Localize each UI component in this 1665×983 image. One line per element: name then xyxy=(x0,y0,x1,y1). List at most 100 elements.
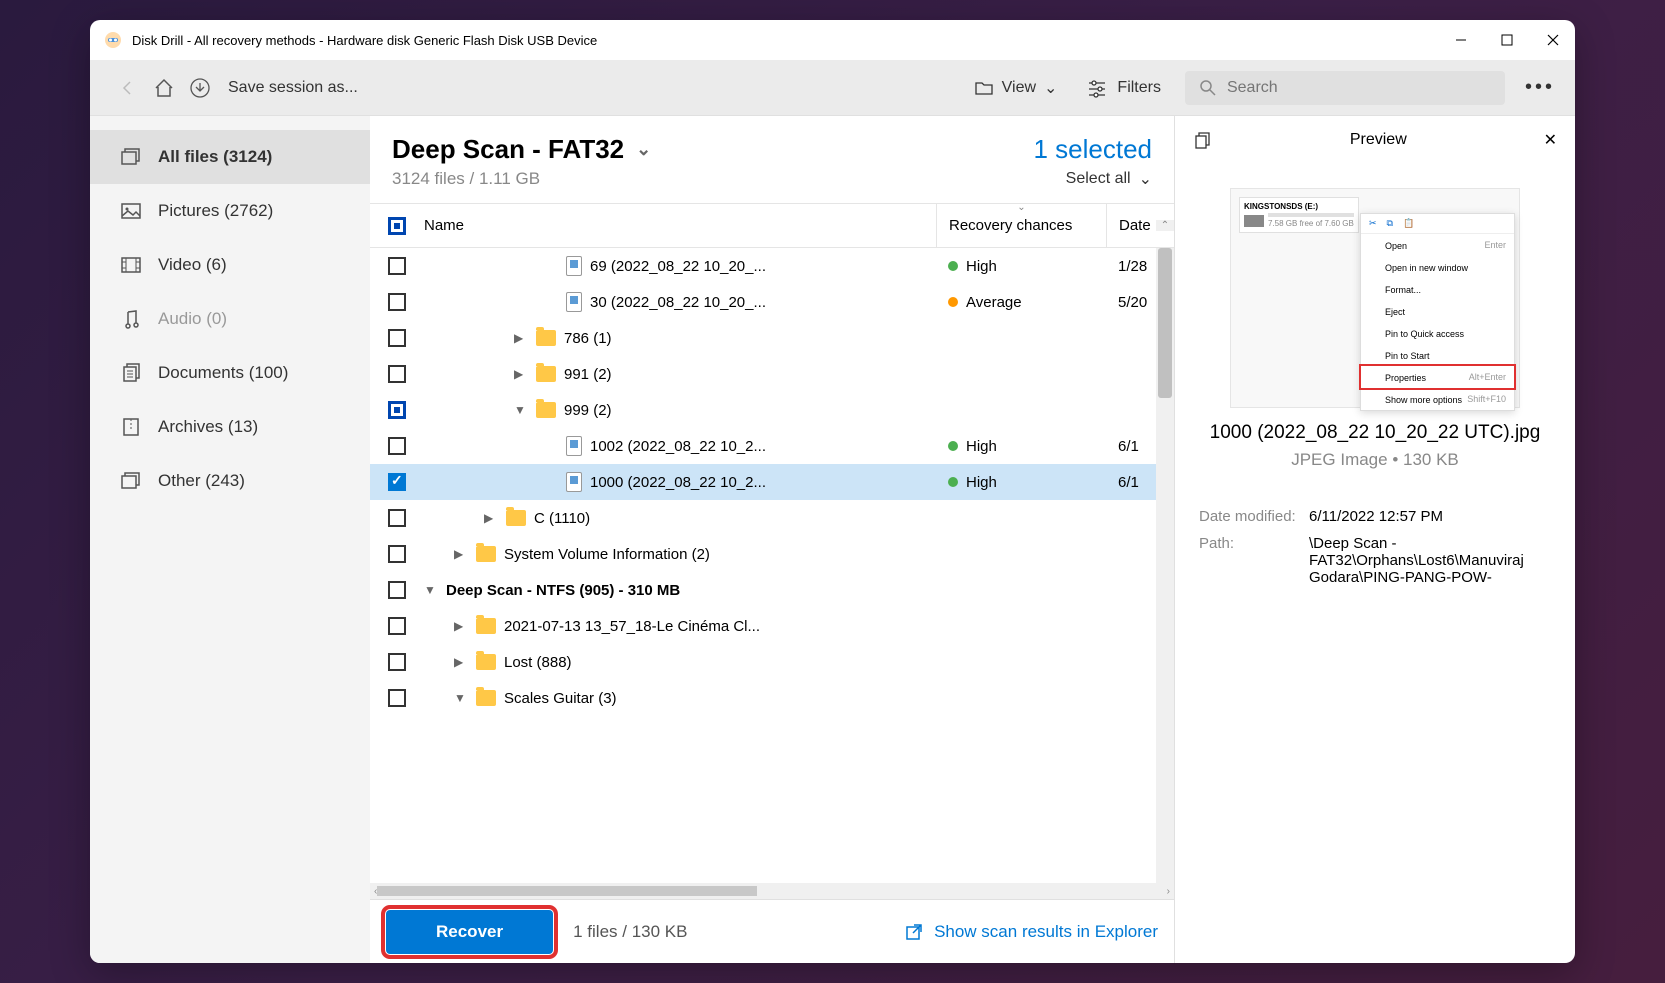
sidebar-item-archives[interactable]: Archives (13) xyxy=(90,400,370,454)
file-row[interactable]: 1002 (2022_08_22 10_2... High 6/1 xyxy=(370,428,1174,464)
column-recovery[interactable]: ⌄Recovery chances xyxy=(936,204,1106,247)
save-session-button[interactable]: Save session as... xyxy=(228,79,358,97)
sidebar-item-documents[interactable]: Documents (100) xyxy=(90,346,370,400)
expand-arrow-icon[interactable]: ▶ xyxy=(514,367,528,381)
horizontal-scrollbar[interactable]: ‹› xyxy=(370,883,1174,899)
file-list[interactable]: 69 (2022_08_22 10_20_... High 1/28 30 (2… xyxy=(370,248,1174,883)
content-header: Deep Scan - FAT32⌄ 3124 files / 1.11 GB … xyxy=(370,116,1174,204)
window-title: Disk Drill - All recovery methods - Hard… xyxy=(132,33,1453,48)
save-icon[interactable] xyxy=(182,70,218,106)
column-name[interactable]: Name xyxy=(416,217,936,234)
status-dot xyxy=(948,441,958,451)
chevron-down-icon: ⌄ xyxy=(636,139,651,160)
folder-icon xyxy=(974,78,994,98)
file-row[interactable]: 30 (2022_08_22 10_20_... Average 5/20 xyxy=(370,284,1174,320)
file-row[interactable]: ▶ System Volume Information (2) xyxy=(370,536,1174,572)
file-row[interactable]: 1000 (2022_08_22 10_2... High 6/1 xyxy=(370,464,1174,500)
path-value: \Deep Scan - FAT32\Orphans\Lost6\Manuvir… xyxy=(1309,535,1551,586)
file-row[interactable]: ▼999 (2) xyxy=(370,392,1174,428)
scan-title-dropdown[interactable]: Deep Scan - FAT32⌄ xyxy=(392,134,651,165)
preview-close-button[interactable]: ✕ xyxy=(1544,130,1557,150)
filters-icon xyxy=(1087,78,1107,98)
copy-icon[interactable] xyxy=(1193,130,1213,150)
main-content: Deep Scan - FAT32⌄ 3124 files / 1.11 GB … xyxy=(370,116,1175,963)
stack-icon xyxy=(120,146,142,168)
folder-icon xyxy=(536,402,556,418)
row-checkbox[interactable] xyxy=(388,617,406,635)
vertical-scrollbar[interactable] xyxy=(1156,248,1174,883)
search-box[interactable] xyxy=(1185,71,1505,105)
maximize-button[interactable] xyxy=(1499,32,1515,48)
expand-arrow-icon[interactable]: ▼ xyxy=(454,691,468,705)
row-checkbox[interactable] xyxy=(388,437,406,455)
minimize-button[interactable] xyxy=(1453,32,1469,48)
sidebar-item-video[interactable]: Video (6) xyxy=(90,238,370,292)
folder-icon xyxy=(476,690,496,706)
scroll-thumb[interactable] xyxy=(1158,248,1172,398)
row-checkbox[interactable] xyxy=(388,545,406,563)
column-date[interactable]: Date xyxy=(1106,204,1156,247)
file-row[interactable]: ▶C (1110) xyxy=(370,500,1174,536)
row-checkbox[interactable] xyxy=(388,401,406,419)
row-checkbox[interactable] xyxy=(388,257,406,275)
selected-count: 1 selected xyxy=(1033,134,1152,165)
preview-filename: 1000 (2022_08_22 10_20_22 UTC).jpg xyxy=(1210,422,1541,444)
select-all-checkbox[interactable] xyxy=(388,217,406,235)
file-row[interactable]: ▶ 786 (1) xyxy=(370,320,1174,356)
sidebar-item-pictures[interactable]: Pictures (2762) xyxy=(90,184,370,238)
select-all-button[interactable]: Select all⌄ xyxy=(1033,169,1152,189)
row-checkbox[interactable] xyxy=(388,509,406,527)
file-row[interactable]: ▼Scales Guitar (3) xyxy=(370,680,1174,716)
context-menu-item: Eject xyxy=(1361,300,1514,322)
filters-button[interactable]: Filters xyxy=(1087,78,1161,98)
path-label: Path: xyxy=(1199,535,1309,586)
row-checkbox[interactable] xyxy=(388,365,406,383)
row-checkbox[interactable] xyxy=(388,329,406,347)
expand-arrow-icon[interactable]: ▶ xyxy=(454,655,468,669)
drive-tile: KINGSTONSDS (E:) 7.58 GB free of 7.60 GB xyxy=(1239,197,1359,233)
context-menu: ✂⧉📋 OpenEnterOpen in new windowFormat...… xyxy=(1360,213,1515,411)
row-checkbox[interactable] xyxy=(388,473,406,491)
expand-arrow-icon[interactable]: ▶ xyxy=(454,619,468,633)
row-checkbox[interactable] xyxy=(388,293,406,311)
file-row[interactable]: 69 (2022_08_22 10_20_... High 1/28 xyxy=(370,248,1174,284)
home-button[interactable] xyxy=(146,70,182,106)
titlebar: Disk Drill - All recovery methods - Hard… xyxy=(90,20,1575,60)
show-in-explorer-link[interactable]: Show scan results in Explorer xyxy=(904,922,1158,942)
expand-arrow-icon[interactable]: ▼ xyxy=(514,403,528,417)
file-row[interactable]: ▶ Lost (888) xyxy=(370,644,1174,680)
row-name-text: System Volume Information (2) xyxy=(504,546,710,563)
column-headers: Name ⌄Recovery chances Date ⌃ xyxy=(370,204,1174,248)
sidebar-item-audio[interactable]: Audio (0) xyxy=(90,292,370,346)
row-name-text: 786 (1) xyxy=(564,330,612,347)
folder-icon xyxy=(536,330,556,346)
row-name-text: Lost (888) xyxy=(504,654,572,671)
file-row[interactable]: ▶2021-07-13 13_57_18-Le Cinéma Cl... xyxy=(370,608,1174,644)
sort-arrow-icon: ⌄ xyxy=(1017,202,1025,213)
row-checkbox[interactable] xyxy=(388,689,406,707)
file-row[interactable]: ▶991 (2) xyxy=(370,356,1174,392)
search-input[interactable] xyxy=(1227,79,1491,97)
more-button[interactable]: ••• xyxy=(1525,76,1555,99)
context-menu-item: OpenEnter xyxy=(1361,234,1514,256)
back-button[interactable] xyxy=(110,70,146,106)
expand-arrow-icon[interactable]: ▶ xyxy=(454,547,468,561)
audio-icon xyxy=(120,308,142,330)
close-button[interactable] xyxy=(1545,32,1561,48)
row-checkbox[interactable] xyxy=(388,581,406,599)
file-row[interactable]: ▼ Deep Scan - NTFS (905) - 310 MB xyxy=(370,572,1174,608)
recover-button[interactable]: Recover xyxy=(386,910,553,954)
view-selector[interactable]: View ⌄ xyxy=(974,78,1058,98)
expand-arrow-icon[interactable]: ▶ xyxy=(514,331,528,345)
context-menu-item: Pin to Start xyxy=(1361,344,1514,366)
sidebar-item-other[interactable]: Other (243) xyxy=(90,454,370,508)
sidebar-item-all-files[interactable]: All files (3124) xyxy=(90,130,370,184)
app-window: Disk Drill - All recovery methods - Hard… xyxy=(90,20,1575,963)
scroll-up-button[interactable]: ⌃ xyxy=(1156,220,1174,231)
row-checkbox[interactable] xyxy=(388,653,406,671)
expand-arrow-icon[interactable]: ▶ xyxy=(484,511,498,525)
search-icon xyxy=(1199,79,1217,97)
file-icon xyxy=(566,436,582,456)
row-name-text: Deep Scan - NTFS (905) - 310 MB xyxy=(446,582,680,599)
expand-arrow-icon[interactable]: ▼ xyxy=(424,583,438,597)
